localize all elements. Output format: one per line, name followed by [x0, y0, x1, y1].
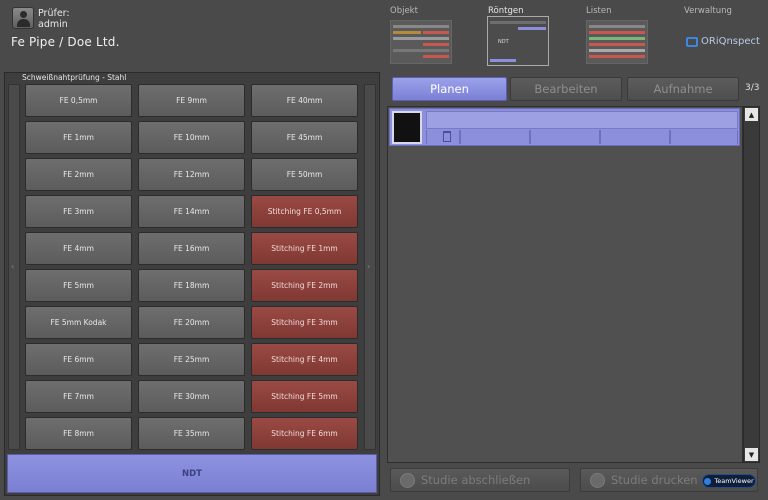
preset-button[interactable]: FE 0,5mm: [25, 84, 132, 117]
user-icon[interactable]: [12, 7, 34, 29]
tab-aufnahme[interactable]: Aufnahme: [627, 77, 739, 101]
finish-study-button[interactable]: Studie abschließen: [390, 468, 570, 492]
preset-button[interactable]: FE 14mm: [138, 195, 245, 228]
list-scrollbar[interactable]: ▲ ▼: [743, 106, 760, 463]
scroll-down-icon[interactable]: ▼: [745, 448, 758, 461]
preset-button[interactable]: FE 2mm: [25, 158, 132, 191]
preset-button[interactable]: FE 1mm: [25, 121, 132, 154]
header: Prüfer: admin Fe Pipe / Doe Ltd. Objekt …: [0, 0, 768, 68]
user-name: admin: [38, 19, 68, 30]
nav-roentgen-label: Röntgen: [488, 6, 524, 16]
ndt-button[interactable]: NDT: [7, 454, 377, 493]
check-icon: [400, 473, 415, 488]
preset-button[interactable]: Stitching FE 5mm: [251, 380, 358, 413]
study-cell: [670, 130, 738, 144]
page-counter: 3/3: [745, 83, 760, 93]
preset-button[interactable]: FE 5mm Kodak: [25, 306, 132, 339]
preset-button[interactable]: Stitching FE 4mm: [251, 343, 358, 376]
preset-button[interactable]: FE 25mm: [138, 343, 245, 376]
preset-button[interactable]: Stitching FE 0,5mm: [251, 195, 358, 228]
thumb-ndt-text: NDT: [498, 39, 509, 45]
preset-button[interactable]: FE 12mm: [138, 158, 245, 191]
printer-icon: [590, 473, 605, 488]
finish-study-label: Studie abschließen: [421, 473, 531, 487]
preset-button[interactable]: FE 5mm: [25, 269, 132, 302]
preset-button[interactable]: FE 30mm: [138, 380, 245, 413]
scroll-up-icon[interactable]: ▲: [745, 108, 758, 121]
teamviewer-icon: [704, 477, 712, 485]
study-cell: [460, 130, 530, 144]
user-head: [20, 11, 27, 18]
preset-button[interactable]: FE 8mm: [25, 417, 132, 450]
nav-objekt-thumbnail[interactable]: [390, 20, 452, 64]
study-list: [387, 106, 743, 463]
preset-button[interactable]: FE 45mm: [251, 121, 358, 154]
preset-button[interactable]: Stitching FE 3mm: [251, 306, 358, 339]
nav-verwaltung-label[interactable]: Verwaltung: [684, 6, 732, 16]
company-name: Fe Pipe / Doe Ltd.: [11, 35, 120, 49]
user-info: Prüfer: admin: [38, 8, 70, 30]
nav-listen-thumbnail[interactable]: [586, 20, 648, 64]
nav-roentgen-thumbnail[interactable]: NDT: [487, 16, 549, 66]
preset-button[interactable]: FE 4mm: [25, 232, 132, 265]
study-thumbnail[interactable]: [392, 111, 422, 144]
chevron-right-icon[interactable]: ›: [367, 262, 370, 271]
study-cell: [530, 130, 600, 144]
preset-button[interactable]: Stitching FE 1mm: [251, 232, 358, 265]
nav-listen-label: Listen: [586, 6, 612, 16]
preset-button[interactable]: FE 50mm: [251, 158, 358, 191]
user-label: Prüfer:: [38, 8, 70, 19]
nav-objekt-label: Objekt: [390, 6, 418, 16]
brand-logo-icon: [686, 36, 698, 47]
preset-button[interactable]: FE 7mm: [25, 380, 132, 413]
trash-icon[interactable]: [443, 131, 451, 142]
preset-button[interactable]: FE 18mm: [138, 269, 245, 302]
teamviewer-label: TeamViewer: [714, 477, 754, 485]
chevron-left-icon[interactable]: ‹: [11, 262, 14, 271]
preset-button[interactable]: FE 40mm: [251, 84, 358, 117]
brand-logo: ORiQnspect: [686, 36, 760, 47]
study-cell: [600, 130, 670, 144]
preset-button[interactable]: FE 3mm: [25, 195, 132, 228]
preset-button[interactable]: FE 16mm: [138, 232, 245, 265]
user-torso: [17, 19, 30, 27]
brand-name: ORiQnspect: [701, 36, 760, 47]
preset-button[interactable]: Stitching FE 2mm: [251, 269, 358, 302]
teamviewer-badge[interactable]: TeamViewer: [702, 474, 756, 488]
study-row-header: [426, 111, 738, 129]
preset-button[interactable]: FE 35mm: [138, 417, 245, 450]
preset-panel-title: Schweißnahtprüfung - Stahl: [22, 73, 127, 82]
preset-button[interactable]: Stitching FE 6mm: [251, 417, 358, 450]
preset-button[interactable]: FE 10mm: [138, 121, 245, 154]
preset-button[interactable]: FE 9mm: [138, 84, 245, 117]
tab-bearbeiten[interactable]: Bearbeiten: [510, 77, 622, 101]
preset-button[interactable]: FE 20mm: [138, 306, 245, 339]
preset-button[interactable]: FE 6mm: [25, 343, 132, 376]
print-study-label: Studie drucken: [611, 473, 698, 487]
tab-planen[interactable]: Planen: [392, 77, 507, 101]
